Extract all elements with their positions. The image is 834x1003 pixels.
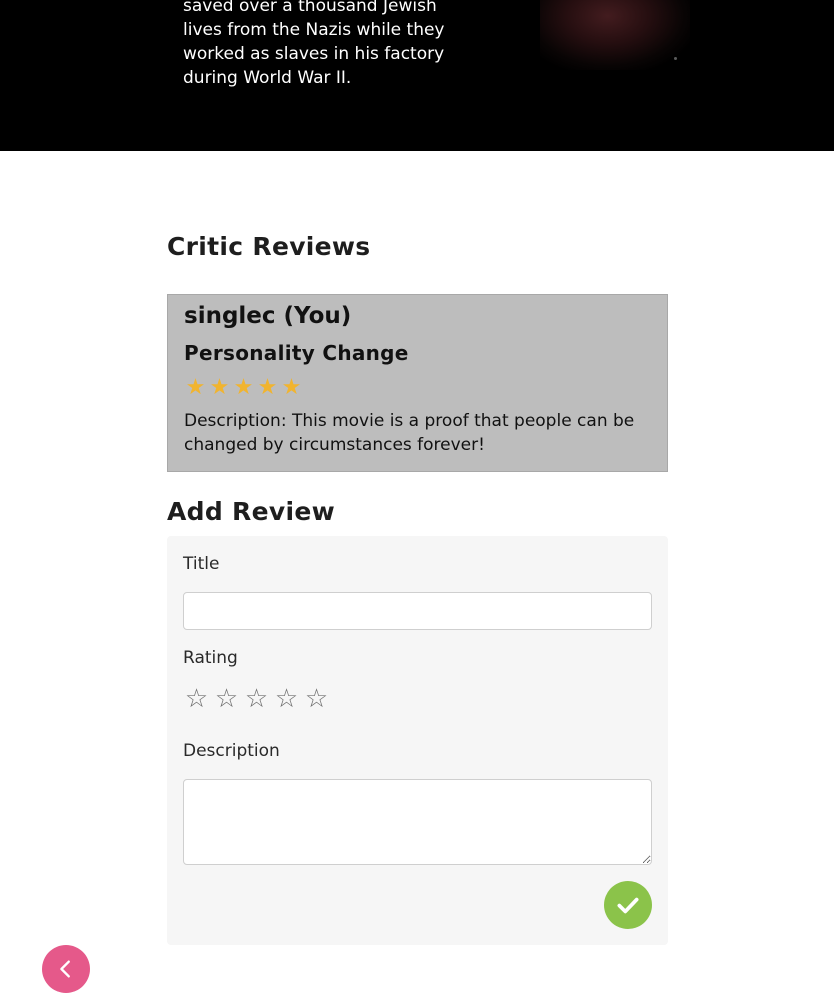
check-icon: [617, 897, 639, 914]
rating-star-5-icon[interactable]: ☆: [303, 684, 330, 714]
review-title: Personality Change: [184, 341, 409, 365]
star-filled-icon: ★: [209, 375, 230, 400]
rating-star-2-icon[interactable]: ☆: [213, 684, 240, 714]
submit-review-button[interactable]: [604, 881, 652, 929]
review-description: Description: This movie is a proof that …: [184, 411, 635, 455]
rating-input[interactable]: ☆ ☆ ☆ ☆ ☆: [183, 684, 330, 714]
review-rating: ★ ★ ★ ★ ★: [184, 375, 303, 401]
description-input[interactable]: [183, 779, 652, 865]
add-review-form: Title Rating ☆ ☆ ☆ ☆ ☆ Description: [167, 536, 668, 945]
title-label: Title: [183, 554, 220, 574]
star-filled-icon: ★: [185, 375, 206, 400]
description-label: Description: [183, 741, 280, 761]
poster-detail: [674, 57, 677, 60]
movie-poster-image: [540, 0, 690, 70]
movie-synopsis: saved over a thousand Jewish lives from …: [183, 0, 445, 88]
review-author: singlec (You): [184, 303, 352, 329]
star-filled-icon: ★: [281, 375, 302, 400]
star-filled-icon: ★: [233, 375, 254, 400]
rating-label: Rating: [183, 648, 238, 668]
review-card: singlec (You) Personality Change ★ ★ ★ ★ ★ D…: [167, 294, 668, 472]
chevron-left-icon: [60, 960, 70, 978]
rating-star-4-icon[interactable]: ☆: [273, 684, 300, 714]
rating-star-1-icon[interactable]: ☆: [183, 684, 210, 714]
movie-hero-banner: saved over a thousand Jewish lives from …: [0, 0, 834, 151]
star-filled-icon: ★: [257, 375, 278, 400]
critic-reviews-title: Critic Reviews: [167, 232, 371, 261]
add-review-title: Add Review: [167, 497, 335, 526]
back-button[interactable]: [42, 945, 90, 993]
title-input[interactable]: [183, 592, 652, 630]
rating-star-3-icon[interactable]: ☆: [243, 684, 270, 714]
